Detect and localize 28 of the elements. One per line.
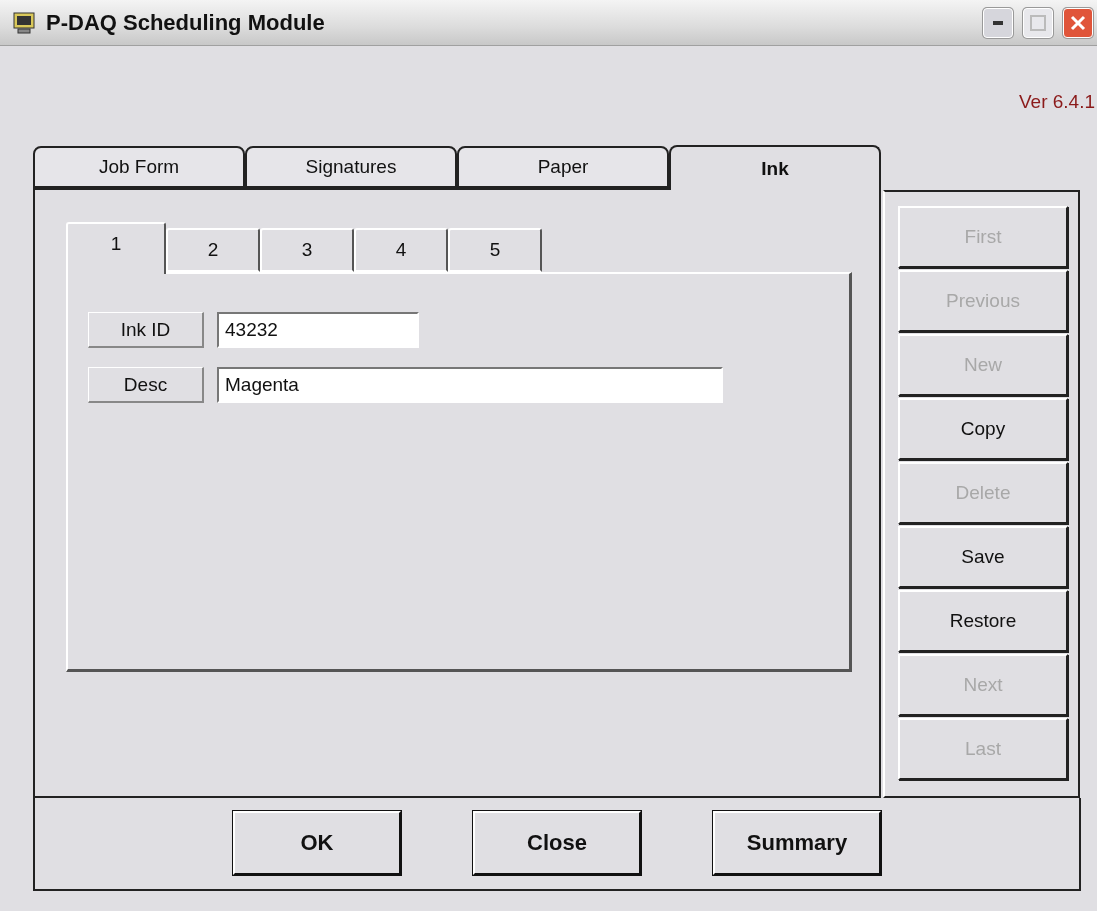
close-icon (1069, 13, 1087, 32)
monitor-icon (12, 10, 36, 35)
tab[interactable]: Paper (457, 146, 669, 188)
field-label: Ink ID (88, 312, 204, 348)
tab[interactable]: 2 (166, 228, 260, 272)
maximize-icon (1030, 14, 1046, 31)
maximize-button[interactable] (1023, 7, 1053, 38)
nav-button[interactable]: Copy (898, 398, 1068, 460)
nav-button[interactable]: Save (898, 526, 1068, 588)
tab[interactable]: Ink (669, 145, 881, 190)
tab[interactable]: 5 (448, 228, 542, 272)
input-field[interactable]: Magenta (217, 367, 723, 403)
tab[interactable]: Signatures (245, 146, 457, 188)
nav-button[interactable]: Restore (898, 590, 1068, 652)
footer-button[interactable]: OK (233, 810, 401, 875)
tab[interactable]: 4 (354, 228, 448, 272)
footer-button[interactable]: Close (473, 810, 641, 875)
version-label: Ver 6.4.1 (1018, 91, 1095, 113)
window-title: P-DAQ Scheduling Module (46, 9, 326, 36)
field-label: Desc (88, 367, 204, 403)
footer-button[interactable]: Summary (713, 810, 881, 875)
close-button[interactable] (1063, 7, 1093, 38)
tab[interactable]: 3 (260, 228, 354, 272)
input-field[interactable]: 43232 (217, 312, 419, 348)
minimize-button[interactable] (983, 7, 1013, 38)
tab[interactable]: Job Form (33, 146, 245, 188)
minimize-icon (993, 20, 1003, 25)
tab[interactable]: 1 (66, 222, 166, 274)
